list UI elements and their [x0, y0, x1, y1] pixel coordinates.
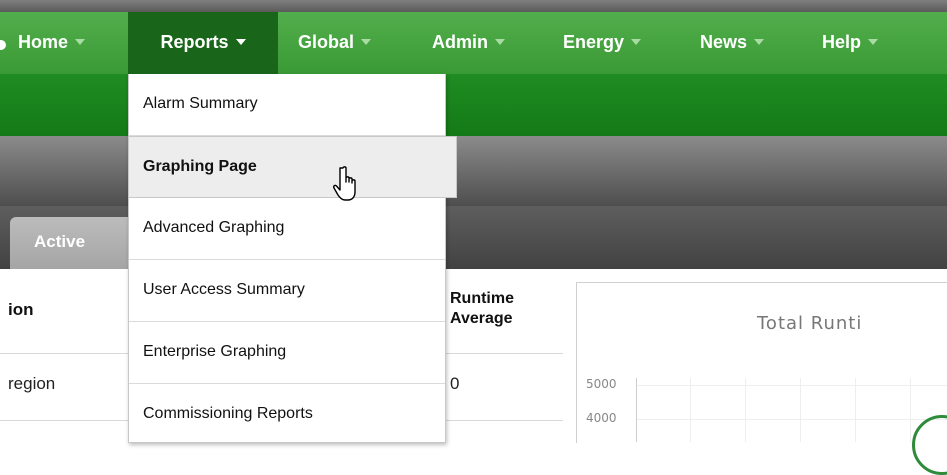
table-header-runtime-average[interactable]: Runtime Average: [450, 289, 550, 329]
nav-energy-label: Energy: [563, 32, 625, 52]
menu-item-label: Enterprise Graphing: [143, 343, 287, 360]
top-strip: [0, 0, 947, 12]
menu-item-label: Commissioning Reports: [143, 405, 313, 422]
menu-item-label: Advanced Graphing: [143, 219, 285, 236]
nav-admin[interactable]: Admin: [432, 12, 505, 74]
nav-help-label: Help: [822, 32, 862, 52]
chevron-down-icon: [75, 39, 86, 45]
chart-vgridline: [745, 378, 746, 442]
menu-item-alarm-summary[interactable]: Alarm Summary: [129, 74, 445, 136]
header-line-2: Average: [450, 310, 513, 327]
chart-title: Total Runti: [757, 313, 863, 334]
menu-item-label: Alarm Summary: [143, 95, 258, 112]
menu-item-commissioning-reports[interactable]: Commissioning Reports: [129, 384, 445, 446]
nav-energy[interactable]: Energy: [563, 12, 642, 74]
menu-item-enterprise-graphing[interactable]: Enterprise Graphing: [129, 322, 445, 384]
chevron-down-icon: [754, 39, 765, 45]
chart-y-tick: 4000: [586, 411, 617, 425]
nav-news-label: News: [700, 32, 748, 52]
menu-item-label: Graphing Page: [143, 158, 257, 175]
chart-vgridline: [690, 378, 691, 442]
chart-vgridline: [800, 378, 801, 442]
table-cell-name: region: [8, 374, 56, 393]
chart-gridline: [636, 419, 947, 420]
nav-news[interactable]: News: [700, 12, 765, 74]
chevron-down-icon: [631, 39, 642, 45]
chart-vgridline: [855, 378, 856, 442]
menu-item-user-access-summary[interactable]: User Access Summary: [129, 260, 445, 322]
chart-y-axis: [636, 378, 637, 442]
menu-item-advanced-graphing[interactable]: Advanced Graphing: [129, 198, 445, 260]
nav-edge-circle: [0, 40, 6, 50]
reports-dropdown-menu: Alarm Summary Graphing Page Advanced Gra…: [128, 74, 457, 446]
nav-admin-label: Admin: [432, 32, 488, 52]
chart-vgridline: [910, 378, 911, 442]
chart-gridline: [636, 385, 947, 386]
menu-item-label: User Access Summary: [143, 281, 305, 298]
nav-reports-label: Reports: [160, 32, 229, 52]
tab-active-label: Active: [34, 232, 86, 251]
chevron-down-icon: [235, 39, 246, 45]
nav-help[interactable]: Help: [822, 12, 879, 74]
menu-item-graphing-page[interactable]: Graphing Page: [129, 136, 457, 198]
nav-global[interactable]: Global: [298, 12, 372, 74]
chevron-down-icon: [868, 39, 879, 45]
table-header-name[interactable]: ion: [8, 300, 34, 320]
hand-pointer-icon: [333, 166, 356, 201]
nav-home[interactable]: Home: [18, 12, 86, 74]
chevron-down-icon: [361, 39, 372, 45]
nav-reports[interactable]: Reports: [128, 12, 278, 74]
table-cell-runtime-average: 0: [450, 374, 460, 393]
nav-home-label: Home: [18, 32, 69, 52]
header-line-1: Runtime: [450, 290, 514, 307]
chevron-down-icon: [495, 39, 505, 45]
nav-global-label: Global: [298, 32, 355, 52]
chart-y-tick: 5000: [586, 377, 617, 391]
